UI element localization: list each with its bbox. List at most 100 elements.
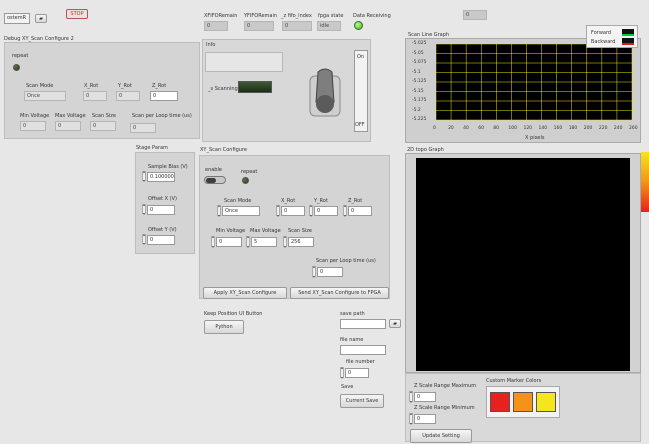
debug-zrot-field[interactable]: 0 (150, 91, 178, 101)
xy-zrot-spinner[interactable] (343, 203, 347, 218)
sample-bias-field[interactable]: 0.100000 (147, 172, 175, 182)
line-graph-legend: Forward Backward (586, 25, 638, 48)
sample-bias-spinner[interactable] (142, 169, 146, 183)
scanning-label: _s Scanning (208, 86, 238, 92)
debug-repeat-label: repeat (12, 53, 29, 59)
fpga-state-label: fpga state (318, 13, 344, 19)
y-tick-label: -5.15 (412, 88, 424, 94)
xfifo-value: 0 (204, 21, 228, 31)
y-tick-label: -5.125 (412, 79, 427, 84)
current-save-button[interactable]: Current Save (340, 394, 384, 408)
toggle-switch-tip (316, 95, 334, 113)
send-xy-scan-button[interactable]: Send XY_Scan Configure to FPGA (290, 287, 389, 299)
zscale-max-spinner[interactable] (409, 389, 413, 404)
xy-scan-mode-label: Scan Mode (224, 198, 252, 204)
xy-min-voltage-spinner[interactable] (211, 234, 215, 249)
debug-max-voltage-value: 0 (55, 121, 81, 131)
xy-scan-size-spinner[interactable] (283, 234, 287, 249)
enable-label: enable (205, 167, 222, 173)
switch-on-label: On (357, 54, 365, 60)
x-tick-label: 240 (613, 126, 623, 131)
x-tick-label: 60 (478, 126, 484, 131)
zscale-min-spinner[interactable] (409, 411, 413, 426)
xy-xrot-spinner[interactable] (276, 203, 280, 218)
offset-x-label: Offset X (V) (148, 196, 177, 202)
save-path-browse-button[interactable]: ▰ (389, 319, 401, 328)
file-name-label: file name (340, 337, 364, 343)
top-right-value: 0 (463, 10, 487, 20)
color-swatch-orange[interactable] (513, 392, 533, 412)
toggle-switch[interactable] (308, 66, 342, 126)
xy-zrot-field[interactable]: 0 (348, 206, 372, 216)
y-tick-label: -5.1 (412, 69, 421, 75)
zscale-max-field[interactable]: 0 (414, 392, 436, 402)
data-receiving-label: Data Receiving (353, 13, 391, 19)
stop-button[interactable]: STOP (66, 9, 88, 19)
y-tick-label: -5.2 (412, 107, 421, 113)
xy-yrot-spinner[interactable] (309, 203, 313, 218)
resource-field[interactable]: ostemR (4, 13, 30, 24)
xy-max-voltage-spinner[interactable] (246, 234, 250, 249)
python-button[interactable]: Python (204, 320, 244, 334)
folder-icon: ▰ (393, 321, 397, 327)
stage-param-title: Stage Param (136, 145, 168, 151)
xy-yrot-field[interactable]: 0 (314, 206, 338, 216)
y-tick-label: -5.025 (412, 41, 427, 46)
apply-xy-scan-button[interactable]: Apply XY_Scan Configure (203, 287, 287, 299)
debug-scan-size-value: 0 (90, 121, 116, 131)
color-swatch-red[interactable] (490, 392, 510, 412)
offset-x-spinner[interactable] (142, 202, 146, 216)
offset-y-field[interactable]: 0 (147, 235, 175, 245)
color-swatch-yellow[interactable] (536, 392, 556, 412)
xy-scan-title: XY_Scan Configure (200, 147, 247, 153)
y-tick-label: -5.225 (412, 117, 427, 122)
x-tick-label: 20 (448, 126, 454, 131)
zscale-min-label: Z Scale Range Minimum (414, 405, 475, 411)
zscale-min-field[interactable]: 0 (414, 414, 436, 424)
color-scale-bar (641, 152, 649, 212)
xy-max-voltage-field[interactable]: 5 (251, 237, 277, 247)
x-tick-label: 260 (629, 126, 638, 131)
legend-forward-label: Forward (591, 30, 612, 36)
xy-scan-mode-spinner[interactable] (217, 203, 221, 218)
debug-scan-per-loop-value: 0 (130, 123, 156, 133)
save-label: Save (341, 384, 354, 390)
update-setting-button[interactable]: Update Setting (410, 429, 472, 443)
xy-xrot-label: X_Rot (281, 198, 296, 204)
xy-repeat-label: repeat (241, 169, 258, 175)
save-path-field[interactable] (340, 319, 386, 329)
file-number-label: file number (346, 359, 375, 365)
debug-max-voltage-label: Max Voltage (55, 113, 86, 119)
debug-repeat-led[interactable] (13, 64, 20, 71)
file-name-field[interactable] (340, 345, 386, 355)
xy-xrot-field[interactable]: 0 (281, 206, 305, 216)
x-tick-label: 80 (493, 126, 500, 131)
xy-scan-size-label: Scan Size (288, 228, 313, 234)
xy-scan-mode-field[interactable]: Once (222, 206, 260, 216)
xy-scan-size-field[interactable]: 256 (288, 237, 314, 247)
legend-backward-label: Backward (591, 39, 616, 45)
info-message-box (205, 52, 283, 72)
topo-graph-plot (416, 158, 630, 371)
folder-browse-button[interactable]: ▰ (35, 14, 47, 23)
xy-min-voltage-field[interactable]: 0 (216, 237, 242, 247)
x-tick-label: 100 (508, 126, 517, 131)
xy-repeat-led[interactable] (242, 177, 249, 184)
xy-zrot-label: Z_Rot (348, 198, 363, 204)
enable-toggle[interactable] (204, 176, 226, 184)
line-graph-xlabel: X pixels (525, 135, 545, 141)
file-number-spinner[interactable] (340, 365, 344, 380)
offset-x-field[interactable]: 0 (147, 205, 175, 215)
debug-scan-per-loop-label: Scan per Loop time (us) (132, 113, 192, 119)
x-tick-label: 0 (433, 126, 436, 131)
debug-scan-mode-label: Scan Mode (26, 83, 54, 89)
offset-y-spinner[interactable] (142, 232, 146, 246)
xy-scan-per-loop-field[interactable]: 0 (317, 267, 343, 277)
data-receiving-led (354, 21, 363, 30)
xy-scan-per-loop-spinner[interactable] (312, 264, 316, 279)
xy-scan-per-loop-label: Scan per Loop time (us) (316, 258, 376, 264)
xfifo-label: XFIFORemain (204, 13, 238, 19)
x-tick-label: 180 (568, 126, 578, 131)
x-tick-label: 40 (463, 126, 469, 131)
file-number-field[interactable]: 0 (345, 368, 369, 378)
